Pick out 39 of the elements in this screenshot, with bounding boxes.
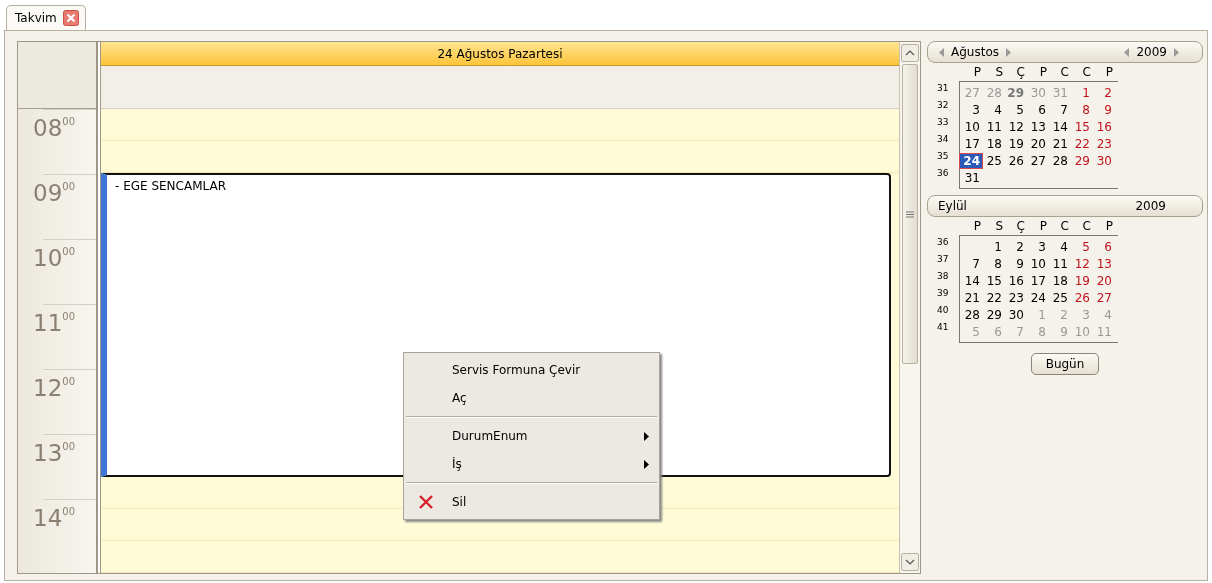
weekday-label: P (1038, 219, 1047, 233)
week-number: 36 (937, 237, 949, 247)
weekday-label: C (1081, 65, 1091, 79)
week-number: 35 (937, 151, 949, 161)
hour-label: 10$^{00}$ (33, 246, 75, 270)
week-number: 38 (937, 271, 949, 281)
weekday-label: S (994, 65, 1003, 79)
week-number: 37 (937, 254, 949, 264)
week-number: 33 (937, 117, 949, 127)
weekday-label: Ç (1015, 219, 1025, 233)
day-header: 24 Ağustos Pazartesi (101, 42, 899, 66)
weekday-label: P (972, 65, 981, 79)
weekday-label: P (1038, 65, 1047, 79)
year-label: 2009 (1135, 199, 1166, 213)
week-number: 41 (937, 322, 949, 332)
hour-label: 08$^{00}$ (33, 116, 75, 140)
hour-label: 14$^{00}$ (33, 506, 75, 530)
week-number: 40 (937, 305, 949, 315)
weekday-label: P (1104, 219, 1113, 233)
weekday-label: P (1104, 65, 1113, 79)
weekday-label: C (1081, 219, 1091, 233)
weekday-label: P (972, 219, 981, 233)
hour-label: 09$^{00}$ (33, 181, 75, 205)
weekday-label: Ç (1015, 65, 1025, 79)
appointment-title: - EGE SENCAMLAR (115, 179, 227, 193)
weekday-label: C (1059, 219, 1069, 233)
year-label: 2009 (1136, 45, 1167, 59)
week-number: 32 (937, 100, 949, 110)
hour-label: 13$^{00}$ (33, 441, 75, 465)
week-number: 31 (937, 83, 949, 93)
week-number: 36 (937, 168, 949, 178)
hour-label: 11$^{00}$ (33, 311, 75, 335)
week-number: 39 (937, 288, 949, 298)
week-number: 34 (937, 134, 949, 144)
month-label: Ağustos (951, 45, 999, 59)
hour-label: 12$^{00}$ (33, 376, 75, 400)
month-label: Eylül (938, 199, 967, 213)
weekday-label: S (994, 219, 1003, 233)
weekday-label: C (1059, 65, 1069, 79)
